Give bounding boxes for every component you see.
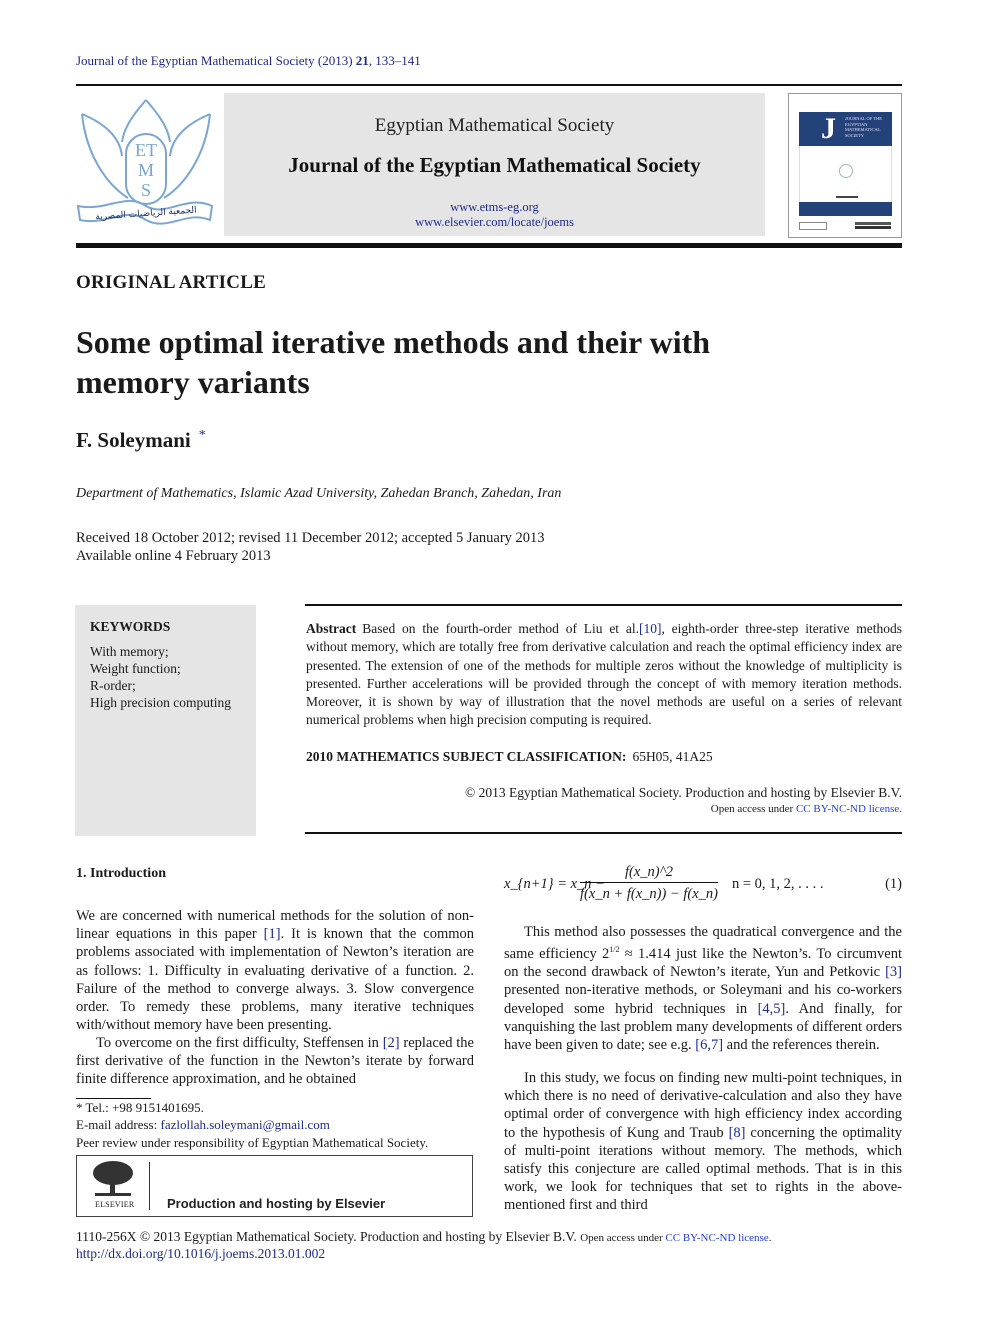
author-name[interactable]: F. Soleymani <box>76 428 191 452</box>
keyword-item: Weight function; <box>90 661 181 676</box>
email-label: E-mail address: <box>76 1117 161 1132</box>
msc-codes: 65H05, 41A25 <box>632 749 713 764</box>
paragraph-text: To overcome on the first difficulty, Ste… <box>96 1035 383 1051</box>
author-line: F. Soleymani * <box>76 428 206 453</box>
intro-paragraph-1: We are concerned with numerical methods … <box>76 907 474 1034</box>
journal-banner: Egyptian Mathematical Society Journal of… <box>224 93 765 236</box>
cover-emblem-icon <box>839 164 853 178</box>
equation-denominator: f(x_n + f(x_n)) − f(x_n) <box>580 886 718 902</box>
cover-bottom-band <box>799 202 892 216</box>
citation-link[interactable]: [4,5] <box>758 1001 786 1017</box>
header-top-rule <box>76 84 902 86</box>
elsevier-banner: ELSEVIER Production and hosting by Elsev… <box>76 1155 473 1217</box>
elsevier-hosting-text: Production and hosting by Elsevier <box>167 1196 386 1211</box>
cover-letter: J <box>821 112 836 145</box>
exponent: 1/2 <box>609 945 620 955</box>
section-heading-introduction: 1. Introduction <box>76 866 166 881</box>
footnote-telephone: * Tel.: +98 9151401695. <box>76 1100 204 1115</box>
article-type: ORIGINAL ARTICLE <box>76 272 266 293</box>
footnote-rule <box>76 1098 151 1099</box>
keyword-item: With memory; <box>90 644 169 659</box>
svg-text:S: S <box>141 180 151 200</box>
abstract-top-rule <box>305 604 902 606</box>
footer-open-access: Open access under <box>580 1232 666 1244</box>
email-link[interactable]: fazlollah.soleymani@gmail.com <box>160 1117 329 1132</box>
footnote-peer-review: Peer review under responsibility of Egyp… <box>76 1135 429 1150</box>
journal-url-link[interactable]: www.elsevier.com/locate/joems <box>224 215 765 230</box>
intro-paragraph-4: In this study, we focus on finding new m… <box>504 1069 902 1215</box>
equation-condition: n = 0, 1, 2, . . . . <box>732 876 824 892</box>
footer-copyright: 1110-256X © 2013 Egyptian Mathematical S… <box>76 1229 581 1244</box>
paragraph-text: . It is known that the common problems a… <box>76 926 475 1034</box>
elsevier-wordmark: ELSEVIER <box>95 1200 135 1209</box>
society-name: Egyptian Mathematical Society <box>374 115 615 136</box>
cover-publisher-logo <box>799 222 827 230</box>
etms-logo: ET M S الجمعية الرياضيات المصرية <box>76 94 216 234</box>
equation-1: x_{n+1} = x_n − f(x_n)^2 f(x_n + f(x_n))… <box>504 862 902 906</box>
journal-volume: 21 <box>355 53 369 68</box>
citation-link[interactable]: [6,7] <box>695 1037 723 1053</box>
journal-cover-thumbnail: J JOURNAL OF THE EGYPTIAN MATHEMATICAL S… <box>788 93 902 238</box>
abstract: Abstract Based on the fourth-order method… <box>306 620 902 730</box>
author-footnote-mark[interactable]: * <box>199 428 206 443</box>
abstract-bottom-rule <box>305 832 902 834</box>
msc-label: 2010 MATHEMATICS SUBJECT CLASSIFICATION: <box>306 749 627 764</box>
keywords-heading: KEYWORDS <box>90 619 171 634</box>
keyword-item: R-order; <box>90 678 136 693</box>
cover-footer-text <box>855 222 891 225</box>
footnote-email: E-mail address: fazlollah.soleymani@gmai… <box>76 1117 330 1133</box>
header-bottom-rule <box>76 243 902 248</box>
citation-link[interactable]: [1] <box>264 926 281 942</box>
intro-paragraph-2: To overcome on the first difficulty, Ste… <box>76 1034 474 1089</box>
history-dates: Received 18 October 2012; revised 11 Dec… <box>76 530 545 546</box>
citation-link[interactable]: [10] <box>639 621 662 636</box>
elsevier-divider <box>149 1162 150 1210</box>
svg-text:M: M <box>138 160 154 180</box>
cover-top-band: J JOURNAL OF THE EGYPTIAN MATHEMATICAL S… <box>799 112 892 146</box>
keywords-panel: KEYWORDS With memory; Weight function; R… <box>75 605 256 836</box>
footer-period: . <box>768 1232 772 1244</box>
open-access-notice: Open access under CC BY-NC-ND license. <box>711 803 902 815</box>
citation-link[interactable]: [2] <box>383 1035 400 1051</box>
abstract-text: , eighth-order three-step iterative meth… <box>306 621 902 728</box>
journal-citation[interactable]: Journal of the Egyptian Mathematical Soc… <box>76 53 421 69</box>
equation-fraction: f(x_n)^2 f(x_n + f(x_n)) − f(x_n) <box>580 862 718 903</box>
abstract-label: Abstract <box>306 621 357 636</box>
equation-number: (1) <box>885 876 902 892</box>
affiliation: Department of Mathematics, Islamic Azad … <box>76 486 562 501</box>
tulip-emblem-icon: ET M S الجمعية الرياضيات المصرية <box>76 99 214 225</box>
copyright-notice: © 2013 Egyptian Mathematical Society. Pr… <box>465 785 902 800</box>
journal-citation-text: Journal of the Egyptian Mathematical Soc… <box>76 53 356 68</box>
paragraph-text: and the references therein. <box>723 1037 880 1054</box>
citation-link[interactable]: [3] <box>885 964 902 980</box>
svg-text:ET: ET <box>135 140 157 160</box>
footer-license-link[interactable]: CC BY-NC-ND license <box>665 1232 768 1244</box>
equation-numerator: f(x_n)^2 <box>625 864 673 880</box>
cover-text-line <box>836 196 858 198</box>
journal-pages: , 133–141 <box>368 53 421 68</box>
cover-title: JOURNAL OF THE EGYPTIAN MATHEMATICAL SOC… <box>845 116 883 138</box>
citation-link[interactable]: [8] <box>729 1125 746 1141</box>
online-date: Available online 4 February 2013 <box>76 548 271 564</box>
society-url-link[interactable]: www.etms-eg.org <box>224 200 765 215</box>
footer-issn-line: 1110-256X © 2013 Egyptian Mathematical S… <box>76 1229 771 1245</box>
open-access-text: Open access under <box>710 803 796 815</box>
journal-name: Journal of the Egyptian Mathematical Soc… <box>288 153 701 177</box>
abstract-text: Based on the fourth-order method of Liu … <box>362 621 639 636</box>
intro-paragraph-3: This method also possesses the quadratic… <box>504 923 902 1054</box>
license-link[interactable]: CC BY-NC-ND license. <box>796 803 902 815</box>
article-title: Some optimal iterative methods and their… <box>76 324 711 400</box>
keyword-item: High precision computing <box>90 695 231 710</box>
elsevier-tree-icon <box>93 1161 133 1196</box>
doi-link[interactable]: http://dx.doi.org/10.1016/j.joems.2013.0… <box>76 1246 325 1262</box>
subject-classification: 2010 MATHEMATICS SUBJECT CLASSIFICATION:… <box>306 749 713 765</box>
